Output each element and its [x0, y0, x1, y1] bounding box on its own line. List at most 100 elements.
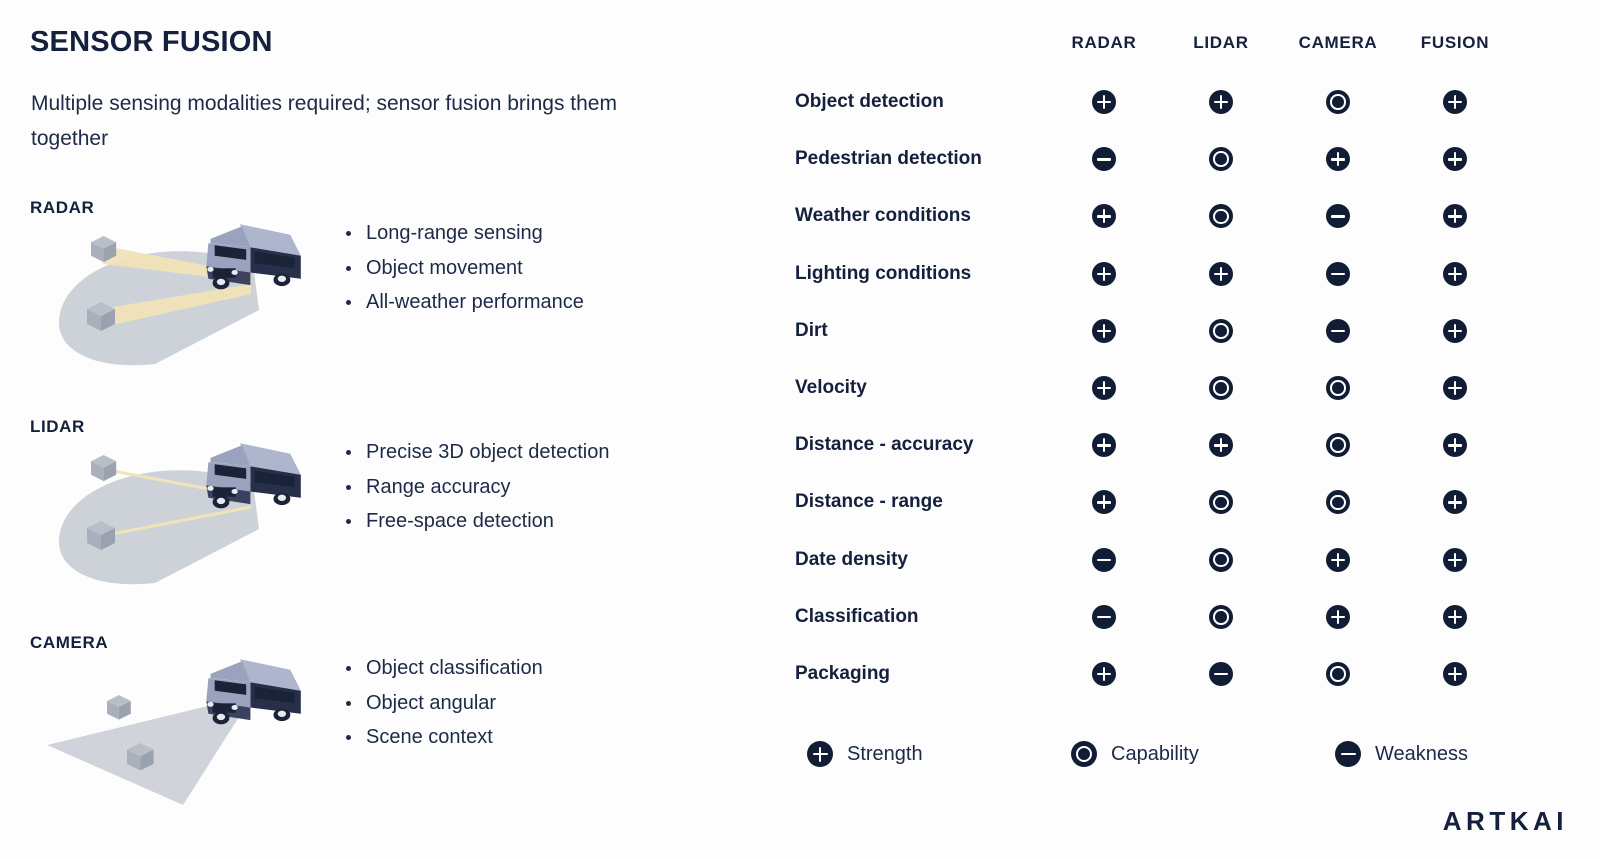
- minus-icon: [1326, 204, 1350, 229]
- legend-label: Strength: [847, 742, 923, 765]
- plus-icon: [1209, 433, 1233, 458]
- matrix-cell-strength: [1443, 662, 1467, 686]
- camera-fov-car-illustration: [47, 659, 301, 805]
- matrix-cell-strength: [1092, 490, 1116, 515]
- matrix-cell-strength: [1443, 604, 1467, 629]
- row-label: Lighting conditions: [795, 262, 972, 284]
- column-header-lidar: LIDAR: [1193, 33, 1249, 52]
- minus-icon: [1326, 318, 1350, 343]
- plus-icon: [1326, 547, 1350, 572]
- camera-fov-car-illustration: [45, 637, 315, 812]
- row-label: Date density: [795, 548, 908, 570]
- ring-icon: [1326, 490, 1350, 515]
- matrix-cell-strength: [1443, 204, 1467, 229]
- plus-icon: [1443, 147, 1467, 172]
- matrix-cell-capability: [1209, 376, 1233, 400]
- capability-matrix: RADAR LIDAR CAMERA FUSION Object detection P…: [780, 0, 1600, 859]
- ring-icon: [1209, 547, 1233, 572]
- matrix-cell-strength: [1326, 547, 1350, 572]
- plus-icon: [1443, 547, 1467, 572]
- ring-icon: [1326, 376, 1350, 400]
- row-label: Pedestrian detection: [795, 148, 982, 170]
- left-column: SENSOR FUSION Multiple sensing modalitie…: [0, 0, 780, 859]
- legend-item-strength: Strength: [807, 741, 923, 767]
- ring-icon: [1209, 318, 1233, 343]
- page-title: SENSOR FUSION: [30, 26, 273, 58]
- matrix-cell-capability: [1326, 433, 1350, 458]
- plus-icon: [1092, 662, 1116, 686]
- sensor-bullets-camera: Object classification Object angular Scene…: [342, 651, 762, 755]
- row-label: Weather conditions: [795, 205, 971, 227]
- matrix-cell-strength: [1443, 318, 1467, 343]
- matrix-cell-strength: [1443, 490, 1467, 515]
- detected-object-cube: [91, 455, 117, 482]
- matrix-cell-strength: [1443, 147, 1467, 172]
- matrix-cell-capability: [1209, 318, 1233, 343]
- matrix-cell-weakness: [1326, 204, 1350, 229]
- plus-icon: [1443, 261, 1467, 286]
- matrix-cell-weakness: [1092, 547, 1116, 572]
- sensor-section-camera: CAMERA Object classification Object angula…: [0, 625, 780, 840]
- matrix-cell-capability: [1209, 204, 1233, 229]
- plus-icon: [1092, 261, 1116, 286]
- row-label: Distance - range: [795, 491, 943, 513]
- legend-item-capability: Capability: [1071, 741, 1199, 767]
- plus-icon: [1326, 147, 1350, 172]
- minus-icon: [1092, 147, 1116, 172]
- plus-icon: [1443, 376, 1467, 400]
- list-item: Object movement: [342, 251, 762, 286]
- lidar-beams-car-illustration: [45, 421, 315, 596]
- list-item: Range accuracy: [342, 470, 762, 505]
- plus-icon: [1443, 433, 1467, 458]
- radar-cone-car-illustration: [45, 202, 315, 377]
- plus-icon: [1443, 318, 1467, 343]
- plus-icon: [1443, 90, 1467, 114]
- matrix-cell-strength: [1443, 376, 1467, 400]
- matrix-cell-capability: [1326, 90, 1350, 114]
- car-illustration: [206, 659, 301, 725]
- minus-icon: [1326, 261, 1350, 286]
- matrix-cell-strength: [1443, 90, 1467, 114]
- sensor-bullets-radar: Long-range sensing Object movement All-wea…: [342, 216, 762, 320]
- plus-icon: [807, 741, 833, 767]
- sensor-section-lidar: LIDAR Precise 3D object detection Range ac…: [0, 409, 780, 624]
- list-item: Precise 3D object detection: [342, 435, 762, 470]
- ring-icon: [1326, 433, 1350, 458]
- list-item: All-weather performance: [342, 285, 762, 320]
- matrix-cell-strength: [1209, 433, 1233, 458]
- minus-icon: [1335, 741, 1361, 767]
- legend-label: Weakness: [1375, 742, 1469, 765]
- matrix-cell-strength: [1209, 261, 1233, 286]
- row-label: Velocity: [795, 377, 867, 398]
- infographic-page: SENSOR FUSION Multiple sensing modalitie…: [0, 0, 1600, 859]
- matrix-cell-capability: [1209, 147, 1233, 172]
- minus-icon: [1209, 662, 1233, 686]
- column-header-camera: CAMERA: [1298, 33, 1378, 52]
- ring-icon: [1071, 741, 1097, 767]
- ring-icon: [1326, 662, 1350, 686]
- matrix-cell-strength: [1092, 204, 1116, 229]
- plus-icon: [1092, 90, 1116, 114]
- row-label: Distance - accuracy: [795, 434, 974, 456]
- matrix-cell-capability: [1326, 662, 1350, 686]
- ring-icon: [1209, 376, 1233, 400]
- radar-cone-car-illustration: [58, 224, 301, 366]
- artkai-logo: ARTKAI: [1442, 806, 1568, 836]
- row-label: Object detection: [795, 91, 944, 112]
- list-item: Free-space detection: [342, 504, 762, 539]
- plus-icon: [1092, 490, 1116, 515]
- matrix-cell-strength: [1443, 433, 1467, 458]
- page-subtitle: Multiple sensing modalities required; se…: [31, 92, 617, 150]
- plus-icon: [1092, 376, 1116, 400]
- list-item: Object classification: [342, 651, 762, 686]
- ring-icon: [1209, 490, 1233, 515]
- legend-item-weakness: Weakness: [1335, 741, 1468, 767]
- matrix-cell-strength: [1326, 604, 1350, 629]
- ring-icon: [1209, 147, 1233, 172]
- plus-icon: [1443, 490, 1467, 515]
- matrix-cell-weakness: [1326, 261, 1350, 286]
- plus-icon: [1443, 204, 1467, 229]
- matrix-cell-strength: [1092, 433, 1116, 458]
- matrix-cell-strength: [1443, 547, 1467, 572]
- row-label: Packaging: [795, 663, 891, 684]
